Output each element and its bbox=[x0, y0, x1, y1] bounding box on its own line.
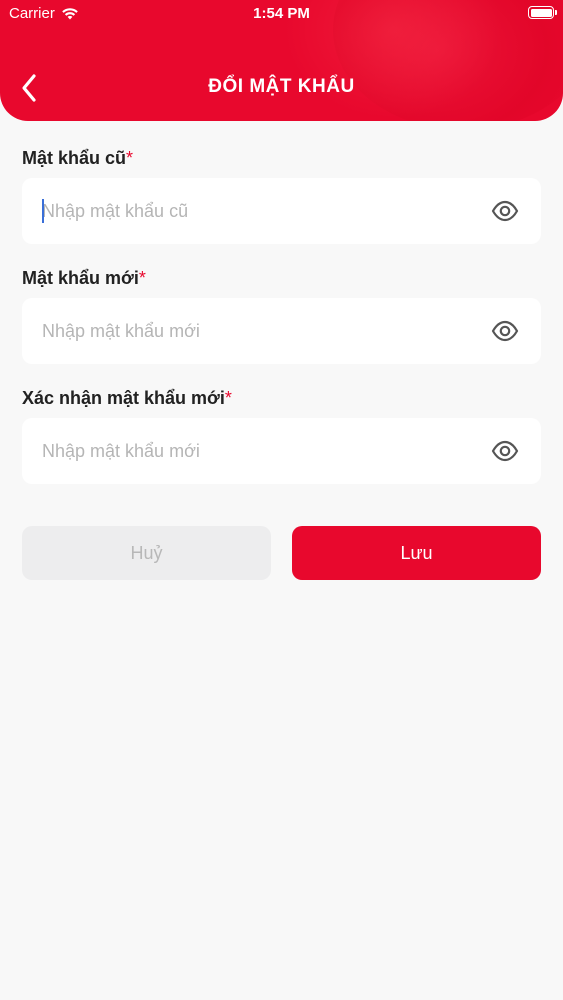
confirm-password-label: Xác nhận mật khẩu mới* bbox=[22, 388, 232, 409]
required-mark: * bbox=[126, 148, 134, 168]
old-password-label: Mật khẩu cũ* bbox=[22, 148, 133, 169]
required-mark: * bbox=[224, 388, 232, 408]
page-title: ĐỔI MẬT KHẨU bbox=[208, 76, 355, 97]
required-mark: * bbox=[138, 268, 146, 288]
old-password-label-text: Mật khẩu cũ bbox=[22, 148, 127, 168]
eye-icon[interactable] bbox=[491, 437, 519, 465]
confirm-password-field bbox=[22, 418, 541, 484]
new-password-field bbox=[22, 298, 541, 364]
cancel-button[interactable]: Huỷ bbox=[22, 526, 271, 580]
save-button-label: Lưu bbox=[400, 542, 433, 563]
save-button[interactable]: Lưu bbox=[292, 526, 541, 580]
eye-icon[interactable] bbox=[491, 317, 519, 345]
new-password-input[interactable] bbox=[42, 298, 482, 364]
confirm-password-input[interactable] bbox=[42, 418, 482, 484]
status-bar: Carrier 1:54 PM bbox=[0, 0, 563, 30]
cancel-button-label: Huỷ bbox=[130, 542, 163, 563]
eye-icon[interactable] bbox=[491, 197, 519, 225]
new-password-label: Mật khẩu mới* bbox=[22, 268, 146, 289]
old-password-field bbox=[22, 178, 541, 244]
app-header: Carrier 1:54 PM ĐỔI MẬT KHẨU bbox=[0, 0, 563, 121]
battery-icon bbox=[528, 6, 557, 19]
text-cursor bbox=[42, 199, 44, 223]
status-time: 1:54 PM bbox=[253, 5, 310, 22]
confirm-password-label-text: Xác nhận mật khẩu mới bbox=[22, 388, 225, 408]
old-password-input[interactable] bbox=[42, 178, 482, 244]
new-password-label-text: Mật khẩu mới bbox=[22, 268, 139, 288]
